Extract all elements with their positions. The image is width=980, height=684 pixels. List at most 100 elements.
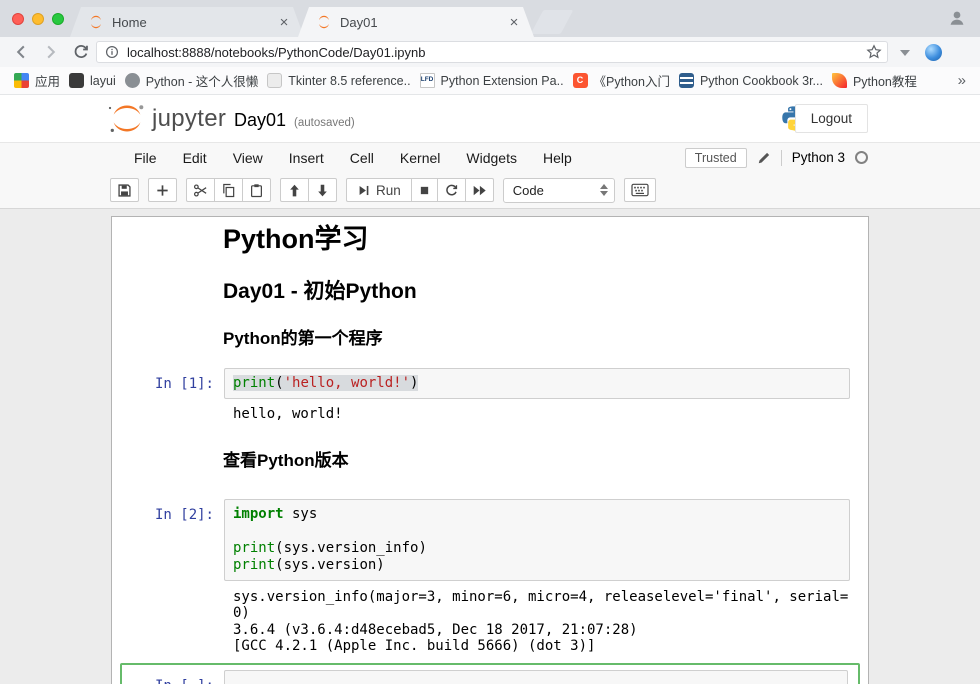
jupyter-header: jupyter Day01 (autosaved) Logout bbox=[0, 95, 980, 142]
menu-cell[interactable]: Cell bbox=[337, 150, 387, 166]
jupyter-menubar: File Edit View Insert Cell Kernel Widget… bbox=[0, 142, 980, 172]
bookmark-tkinter-reference[interactable]: Tkinter 8.5 reference.. bbox=[267, 73, 410, 88]
layui-favicon-icon bbox=[69, 73, 84, 88]
bookmarks-bar: 应用 layui Python - 这个人很懒 Tkinter 8.5 refe… bbox=[0, 67, 980, 95]
bookmark-label: layui bbox=[90, 74, 116, 88]
omnibox-dropdown-icon[interactable] bbox=[900, 50, 910, 56]
run-cell-button[interactable]: Run bbox=[346, 178, 412, 202]
menu-file[interactable]: File bbox=[121, 150, 170, 166]
jupyter-favicon-icon bbox=[316, 14, 332, 30]
cell-type-select[interactable]: Code bbox=[503, 178, 615, 203]
code-cell-1: In [1]: print('hello, world!') bbox=[112, 368, 868, 399]
select-arrows-icon bbox=[600, 184, 608, 196]
bookmark-label: Python Extension Pa.. bbox=[441, 74, 564, 88]
divider bbox=[781, 150, 782, 166]
move-cell-up-button[interactable] bbox=[280, 178, 309, 202]
browser-tab-strip: Home × Day01 × bbox=[0, 0, 980, 37]
code-input[interactable]: import sys print(sys.version_info) print… bbox=[224, 499, 850, 581]
browser-toolbar: localhost:8888/notebooks/PythonCode/Day0… bbox=[0, 37, 980, 67]
notebook-scroll-area[interactable]: Python学习 Day01 - 初始Python Python的第一个程序 I… bbox=[0, 209, 980, 684]
browser-tab-home[interactable]: Home × bbox=[70, 7, 304, 37]
run-label: Run bbox=[376, 183, 401, 198]
close-tab-icon[interactable]: × bbox=[506, 15, 522, 30]
markdown-heading-1: Python学习 bbox=[223, 223, 868, 255]
code-input[interactable]: print('hello, world!') bbox=[224, 368, 850, 399]
restart-run-all-button[interactable] bbox=[465, 178, 494, 202]
bookmarks-overflow-chevron[interactable]: » bbox=[958, 72, 966, 89]
menu-kernel[interactable]: Kernel bbox=[387, 150, 453, 166]
book-favicon-icon bbox=[679, 73, 694, 88]
lfd-favicon-icon: LFD bbox=[420, 73, 435, 88]
minimize-button[interactable] bbox=[32, 13, 44, 25]
menu-help[interactable]: Help bbox=[530, 150, 585, 166]
trusted-button[interactable]: Trusted bbox=[685, 148, 747, 168]
blog-favicon-icon bbox=[125, 73, 140, 88]
bookmark-apps[interactable]: 应用 bbox=[14, 71, 60, 90]
insert-cell-button[interactable] bbox=[148, 178, 177, 202]
bookmark-label: 应用 bbox=[35, 71, 60, 90]
bookmark-python-blog[interactable]: Python - 这个人很懒 bbox=[125, 71, 259, 90]
reload-icon[interactable] bbox=[72, 43, 90, 61]
move-cell-down-button[interactable] bbox=[308, 178, 337, 202]
jupyter-logo[interactable]: jupyter bbox=[106, 103, 226, 134]
feather-favicon-icon bbox=[832, 73, 847, 88]
tkinter-favicon-icon bbox=[267, 73, 282, 88]
command-palette-button[interactable] bbox=[624, 178, 656, 202]
input-prompt: In [2]: bbox=[112, 499, 224, 581]
pencil-icon bbox=[757, 151, 771, 165]
interrupt-kernel-button[interactable] bbox=[411, 178, 438, 202]
code-cell-3-editing: In [ ]: bbox=[120, 663, 860, 684]
cut-cell-button[interactable] bbox=[186, 178, 215, 202]
code-cell-2: In [2]: import sys print(sys.version_inf… bbox=[112, 499, 868, 581]
back-icon[interactable] bbox=[12, 43, 30, 61]
close-button[interactable] bbox=[12, 13, 24, 25]
menu-view[interactable]: View bbox=[220, 150, 276, 166]
info-icon[interactable] bbox=[105, 45, 119, 59]
bookmark-layui[interactable]: layui bbox=[69, 73, 116, 88]
browser-tab-day01[interactable]: Day01 × bbox=[298, 7, 534, 37]
menu-widgets[interactable]: Widgets bbox=[453, 150, 530, 166]
profile-icon[interactable] bbox=[948, 9, 966, 27]
tab-title: Day01 bbox=[340, 15, 498, 30]
jupyter-favicon-icon bbox=[88, 14, 104, 30]
bookmark-label: Python教程 bbox=[853, 71, 917, 90]
markdown-heading-3: Python的第一个程序 bbox=[223, 328, 868, 349]
output-line: 3.6.4 (v3.6.4:d48ecebad5, Dec 18 2017, 2… bbox=[233, 622, 848, 639]
restart-kernel-button[interactable] bbox=[437, 178, 466, 202]
close-tab-icon[interactable]: × bbox=[276, 15, 292, 30]
bookmark-python-cookbook[interactable]: Python Cookbook 3r... bbox=[679, 73, 823, 88]
menu-edit[interactable]: Edit bbox=[170, 150, 220, 166]
output-line: sys.version_info(major=3, minor=6, micro… bbox=[233, 589, 848, 606]
output-line: [GCC 4.2.1 (Apple Inc. build 5666) (dot … bbox=[233, 638, 848, 655]
output-area: hello, world! bbox=[112, 404, 868, 423]
output-line: 0) bbox=[233, 605, 848, 622]
cell-type-value: Code bbox=[513, 183, 544, 198]
output-area: sys.version_info(major=3, minor=6, micro… bbox=[112, 587, 868, 655]
extension-globe-icon[interactable] bbox=[925, 44, 942, 61]
apps-grid-icon bbox=[14, 73, 29, 88]
bookmark-label: Tkinter 8.5 reference.. bbox=[288, 74, 410, 88]
bookmark-python-tutorial[interactable]: Python教程 bbox=[832, 71, 917, 90]
bookmark-python-extension[interactable]: LFD Python Extension Pa.. bbox=[420, 73, 564, 88]
url-text: localhost:8888/notebooks/PythonCode/Day0… bbox=[127, 45, 426, 60]
input-prompt: In [1]: bbox=[112, 368, 224, 399]
forward-icon[interactable] bbox=[42, 43, 60, 61]
notebook-title[interactable]: Day01 bbox=[234, 110, 286, 131]
bookmark-label: Python - 这个人很懒 bbox=[146, 71, 259, 90]
kernel-idle-icon bbox=[855, 151, 868, 164]
tab-title: Home bbox=[112, 15, 268, 30]
new-tab-button[interactable] bbox=[531, 10, 574, 34]
copy-cell-button[interactable] bbox=[214, 178, 243, 202]
input-prompt: In [ ]: bbox=[122, 670, 224, 684]
paste-cell-button[interactable] bbox=[242, 178, 271, 202]
save-button[interactable] bbox=[110, 178, 139, 202]
code-input[interactable] bbox=[224, 670, 848, 684]
logout-button[interactable]: Logout bbox=[795, 104, 868, 133]
bookmark-star-icon[interactable] bbox=[866, 44, 882, 60]
zoom-button[interactable] bbox=[52, 13, 64, 25]
output-line: hello, world! bbox=[233, 406, 343, 423]
address-bar[interactable]: localhost:8888/notebooks/PythonCode/Day0… bbox=[96, 41, 888, 63]
kernel-name[interactable]: Python 3 bbox=[792, 150, 845, 165]
menu-insert[interactable]: Insert bbox=[276, 150, 337, 166]
bookmark-python-intro[interactable]: C 《Python入门 bbox=[573, 71, 670, 90]
